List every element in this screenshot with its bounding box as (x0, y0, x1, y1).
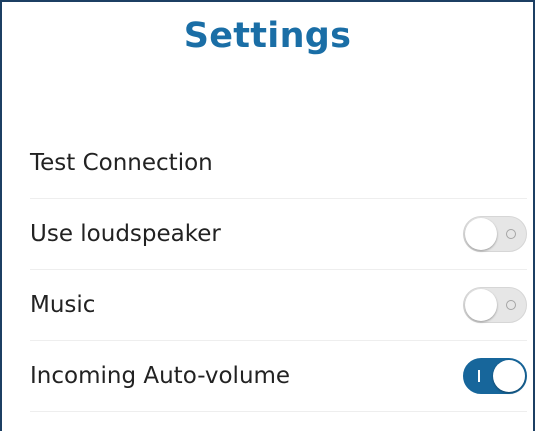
settings-item-use-loudspeaker: Use loudspeaker (30, 199, 527, 270)
settings-item-label: Use loudspeaker (30, 221, 221, 247)
settings-screen: Settings Test Connection Use loudspeaker… (0, 0, 535, 431)
toggle-knob (465, 289, 497, 321)
page-title: Settings (183, 16, 352, 56)
settings-item-label: Music (30, 292, 96, 318)
settings-item-incoming-auto-volume: Incoming Auto-volume (30, 341, 527, 412)
settings-item-label: Incoming Auto-volume (30, 363, 291, 389)
settings-item-label: Test Connection (30, 150, 213, 176)
toggle-off-indicator-icon (506, 300, 516, 310)
loudspeaker-toggle[interactable] (463, 216, 527, 252)
toggle-on-indicator-icon (478, 370, 480, 382)
toggle-knob (493, 360, 525, 392)
settings-item-test-connection[interactable]: Test Connection (30, 128, 527, 199)
auto-volume-toggle[interactable] (463, 358, 527, 394)
toggle-knob (465, 218, 497, 250)
music-toggle[interactable] (463, 287, 527, 323)
toggle-off-indicator-icon (506, 229, 516, 239)
settings-list: Test Connection Use loudspeaker Music In… (30, 128, 527, 412)
settings-item-music: Music (30, 270, 527, 341)
